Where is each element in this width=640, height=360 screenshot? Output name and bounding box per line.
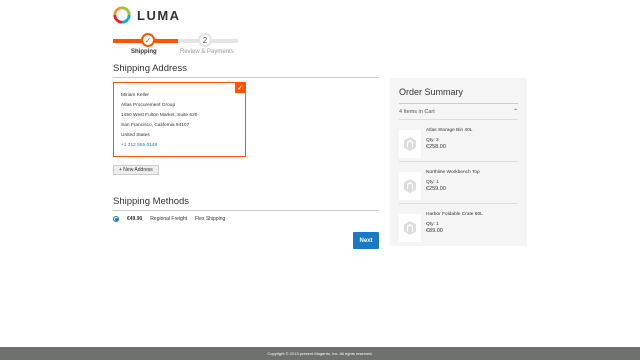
product-thumbnail <box>399 130 421 158</box>
shipping-carrier-name: Flex Shipping <box>194 216 226 222</box>
selected-address-card[interactable]: ✓ Miriam Keller Atlas Procurement Group … <box>113 82 246 157</box>
brand-logo[interactable]: LUMA <box>113 6 181 24</box>
cart-item: Harbor Foldable Crate 60L Qty: 1 €89.00 <box>399 204 518 246</box>
shipping-price: €49.90 <box>127 216 143 222</box>
summary-divider <box>399 103 518 104</box>
item-qty: Qty: 2 <box>426 138 439 143</box>
order-summary-title: Order Summary <box>399 87 464 97</box>
step-complete-check-icon: ✓ <box>141 33 155 47</box>
item-name: Harbor Foldable Crate 60L <box>426 212 483 217</box>
cart-item: Northline Workbench Top Qty: 1 €259.00 <box>399 162 518 204</box>
item-price: €258.00 <box>426 144 446 150</box>
section-divider <box>113 77 379 78</box>
next-button[interactable]: Next <box>353 232 379 249</box>
address-phone-link[interactable]: +1 312 555 0148 <box>121 141 238 151</box>
address-street: 1450 West Fulton Market, Suite 620 <box>121 113 198 118</box>
product-thumbnail <box>399 172 421 200</box>
shipping-method-name: Regional Freight <box>150 216 187 222</box>
product-thumbnail <box>399 214 421 242</box>
new-address-button[interactable]: + New Address <box>113 165 159 175</box>
shipping-method-radio[interactable] <box>113 216 119 222</box>
address-city: San Francisco, California 94107 <box>121 123 190 128</box>
brand-name: LUMA <box>137 7 181 23</box>
address-country: United States <box>121 133 150 138</box>
address-name: Miriam Keller <box>121 93 149 98</box>
section-divider <box>113 210 379 211</box>
cart-item: Atlas Storage Bin 40L Qty: 2 €258.00 <box>399 120 518 162</box>
cart-items-toggle[interactable]: 4 Items in Cart ⌃ <box>399 108 518 116</box>
item-qty: Qty: 1 <box>426 180 439 185</box>
page-footer: Copyright © 2013-present Magento, Inc. A… <box>0 347 640 360</box>
item-name: Atlas Storage Bin 40L <box>426 128 473 133</box>
checkout-progress: ✓ 2 Shipping Review & Payments <box>113 31 243 57</box>
step-shipping-label: Shipping <box>131 49 157 55</box>
address-company: Atlas Procurement Group <box>121 103 176 108</box>
product-placeholder-icon <box>404 137 416 151</box>
cart-items-count: 4 Items in Cart <box>399 108 435 115</box>
item-price: €259.00 <box>426 186 446 192</box>
product-placeholder-icon <box>404 179 416 193</box>
item-qty: Qty: 1 <box>426 222 439 227</box>
selected-check-icon: ✓ <box>235 83 245 93</box>
item-name: Northline Workbench Top <box>426 170 480 175</box>
shipping-method-row[interactable]: €49.90 Regional Freight Flex Shipping <box>113 216 225 222</box>
item-price: €89.00 <box>426 228 443 234</box>
step-review-payments-label: Review & Payments <box>180 49 234 55</box>
shipping-address-title: Shipping Address <box>113 63 187 74</box>
product-placeholder-icon <box>404 221 416 235</box>
luma-logo-icon <box>113 6 131 24</box>
step-number-badge: 2 <box>198 33 212 47</box>
footer-copyright: Copyright © 2013-present Magento, Inc. A… <box>267 351 373 356</box>
order-summary-panel: Order Summary 4 Items in Cart ⌃ Atlas St… <box>390 78 527 246</box>
chevron-up-icon: ⌃ <box>512 109 518 115</box>
shipping-methods-title: Shipping Methods <box>113 196 190 207</box>
